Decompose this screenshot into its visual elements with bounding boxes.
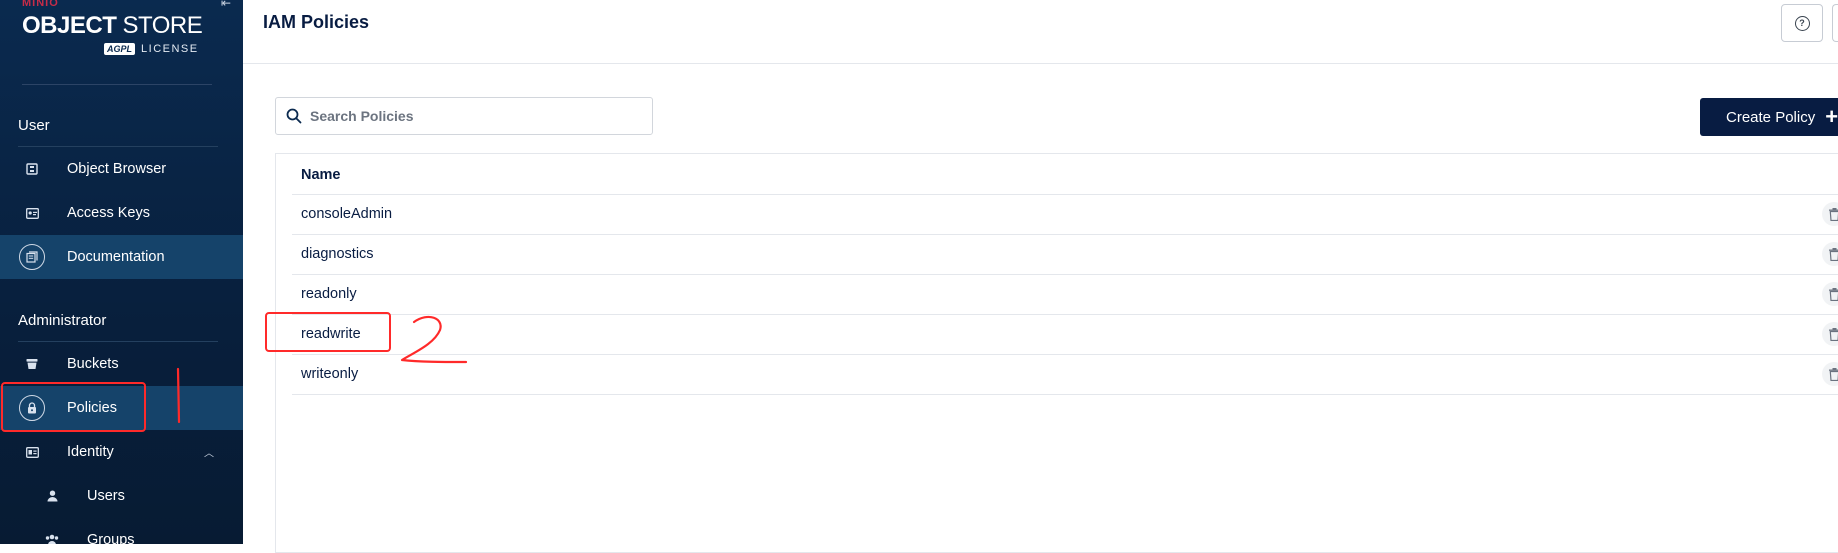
trash-icon[interactable] — [1822, 242, 1838, 266]
plus-icon: + — [1825, 107, 1838, 127]
search-input[interactable] — [310, 98, 640, 134]
table-row[interactable]: consoleAdmin — [292, 194, 1838, 235]
lock-icon — [19, 395, 45, 421]
agpl-badge: AGPL — [104, 43, 135, 55]
table-row[interactable]: readwrite — [292, 314, 1838, 355]
sidebar-item-identity[interactable]: Identity ︿ — [0, 430, 243, 474]
object-browser-icon — [25, 162, 39, 176]
create-policy-button[interactable]: Create Policy + — [1700, 98, 1838, 136]
minio-logo[interactable]: MINIO OBJECT STORE AGPLLICENSE — [22, 0, 222, 60]
column-header-name[interactable]: Name — [301, 167, 341, 183]
sidebar-item-access-keys[interactable]: Access Keys — [0, 191, 243, 235]
policy-name: writeonly — [301, 366, 358, 382]
create-policy-label: Create Policy — [1726, 109, 1815, 126]
help-button[interactable]: ? — [1781, 4, 1823, 42]
page-title: IAM Policies — [263, 12, 369, 33]
sidebar-item-users[interactable]: Users — [0, 474, 243, 518]
table-row[interactable]: readonly — [292, 274, 1838, 315]
policies-table: Name consoleAdmin diagnostics readonly r… — [275, 153, 1838, 553]
policy-name: readwrite — [301, 326, 361, 342]
sidebar: ⇤ MINIO OBJECT STORE AGPLLICENSE User Ob… — [0, 0, 243, 544]
sidebar-item-policies[interactable]: Policies — [0, 386, 243, 430]
logo-divider — [22, 84, 212, 85]
access-keys-icon — [25, 206, 39, 220]
sidebar-item-groups[interactable]: Groups — [0, 518, 243, 544]
user-icon — [45, 489, 59, 503]
table-row[interactable]: writeonly — [292, 354, 1838, 395]
sidebar-item-buckets[interactable]: Buckets — [0, 342, 243, 386]
sidebar-item-object-browser[interactable]: Object Browser — [0, 147, 243, 191]
sidebar-item-label: Object Browser — [67, 161, 166, 177]
page-header: IAM Policies ? — [243, 0, 1838, 64]
policy-name: diagnostics — [301, 246, 374, 262]
policy-name: readonly — [301, 286, 357, 302]
bucket-icon — [25, 357, 39, 371]
sidebar-item-label: Users — [87, 488, 125, 504]
documentation-icon — [19, 244, 45, 270]
sidebar-item-label: Groups — [87, 532, 135, 544]
search-box — [275, 97, 653, 135]
sidebar-item-label: Buckets — [67, 356, 119, 372]
trash-icon[interactable] — [1822, 322, 1838, 346]
help-icon: ? — [1795, 16, 1810, 31]
logo-brand: MINIO — [22, 0, 59, 9]
main-content: IAM Policies ? Create Policy + Name cons… — [243, 0, 1838, 544]
trash-icon[interactable] — [1822, 282, 1838, 306]
sidebar-item-label: Identity — [67, 444, 114, 460]
logo-license: AGPLLICENSE — [104, 42, 199, 56]
groups-icon — [45, 533, 59, 544]
trash-icon[interactable] — [1822, 362, 1838, 386]
table-header: Name — [292, 154, 1838, 195]
sidebar-item-documentation[interactable]: Documentation — [0, 235, 243, 279]
logo-title: OBJECT STORE — [22, 12, 202, 40]
search-icon — [286, 108, 302, 124]
header-action-button[interactable] — [1832, 4, 1838, 42]
trash-icon[interactable] — [1822, 202, 1838, 226]
policy-name: consoleAdmin — [301, 206, 392, 222]
sidebar-item-label: Access Keys — [67, 205, 150, 221]
table-row[interactable]: diagnostics — [292, 234, 1838, 275]
sidebar-item-label: Policies — [67, 400, 117, 416]
section-title-user: User — [18, 117, 50, 134]
sidebar-item-label: Documentation — [67, 249, 165, 265]
chevron-up-icon[interactable]: ︿ — [204, 445, 214, 460]
section-title-administrator: Administrator — [18, 312, 106, 329]
identity-icon — [25, 445, 39, 459]
